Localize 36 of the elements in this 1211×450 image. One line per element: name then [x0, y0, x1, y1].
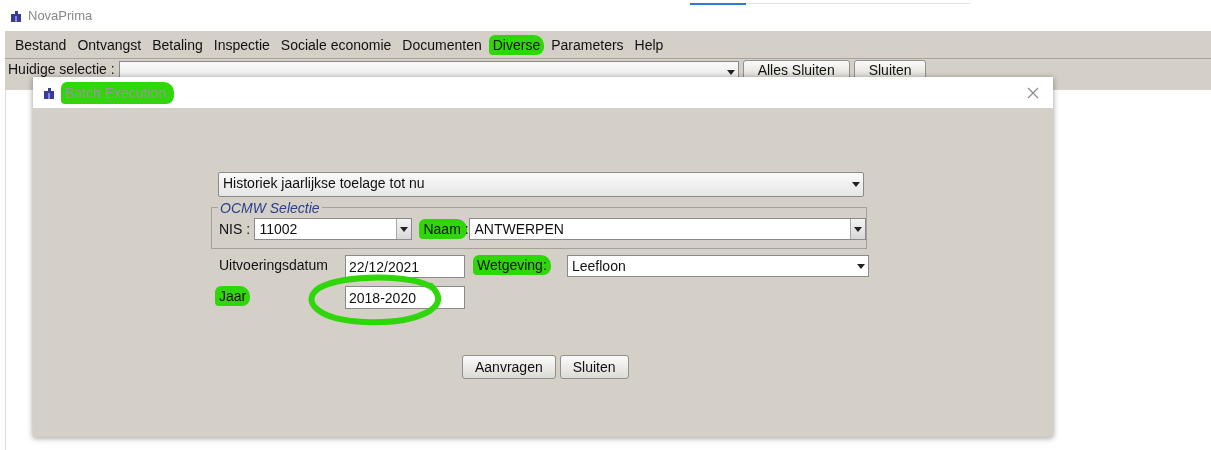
input-field[interactable]: 22/12/2021 — [345, 255, 465, 278]
toolbar-button[interactable]: Sluiten — [853, 60, 927, 80]
input-field[interactable]: 2018-2020 — [345, 286, 465, 309]
field-label: Uitvoeringsdatum — [218, 256, 329, 275]
menu-item[interactable]: Betaling — [148, 34, 207, 55]
menu-item[interactable]: Help — [630, 34, 668, 55]
toolbar-button[interactable]: Alles Sluiten — [742, 60, 850, 80]
selection-label: Huidige selectie : — [8, 61, 115, 77]
menu-item[interactable]: Bestand — [11, 34, 71, 55]
field-label: Wetgeving: — [473, 255, 551, 275]
menu-item[interactable]: Inspectie — [209, 34, 274, 55]
field-label: Naam : — [419, 219, 468, 239]
dialog-button[interactable]: Aanvragen — [462, 355, 556, 379]
report-dropdown[interactable]: Historiek jaarlijkse toelage tot nu — [218, 172, 864, 197]
caret-icon — [400, 226, 409, 232]
field-label: Jaar — [215, 286, 251, 306]
caret-icon — [852, 182, 860, 187]
dialog-title: Batch Execution — [61, 81, 175, 104]
dialog-button[interactable]: Sluiten — [559, 355, 629, 379]
close-icon — [1027, 86, 1039, 99]
menu-item[interactable]: Parameters — [547, 34, 628, 55]
nis-dropdown[interactable]: 11002 — [254, 218, 413, 240]
menu-item[interactable]: Sociale economie — [276, 34, 396, 55]
menu-item[interactable]: Documenten — [398, 34, 486, 55]
group-title: OCMW Selectie — [218, 200, 322, 216]
window-title: NovaPrima — [28, 8, 93, 23]
dropdown[interactable]: Leefloon — [567, 255, 869, 277]
caret-icon — [726, 69, 735, 75]
menu-item[interactable]: Diverse — [488, 34, 545, 55]
app-icon — [10, 9, 22, 22]
caret-icon — [854, 226, 862, 232]
caret-icon — [857, 263, 865, 269]
name-dropdown[interactable]: ANTWERPEN — [469, 218, 866, 240]
field-label: NIS : — [218, 220, 252, 239]
app-icon — [43, 86, 55, 99]
menu-item[interactable]: Ontvangst — [73, 34, 146, 55]
